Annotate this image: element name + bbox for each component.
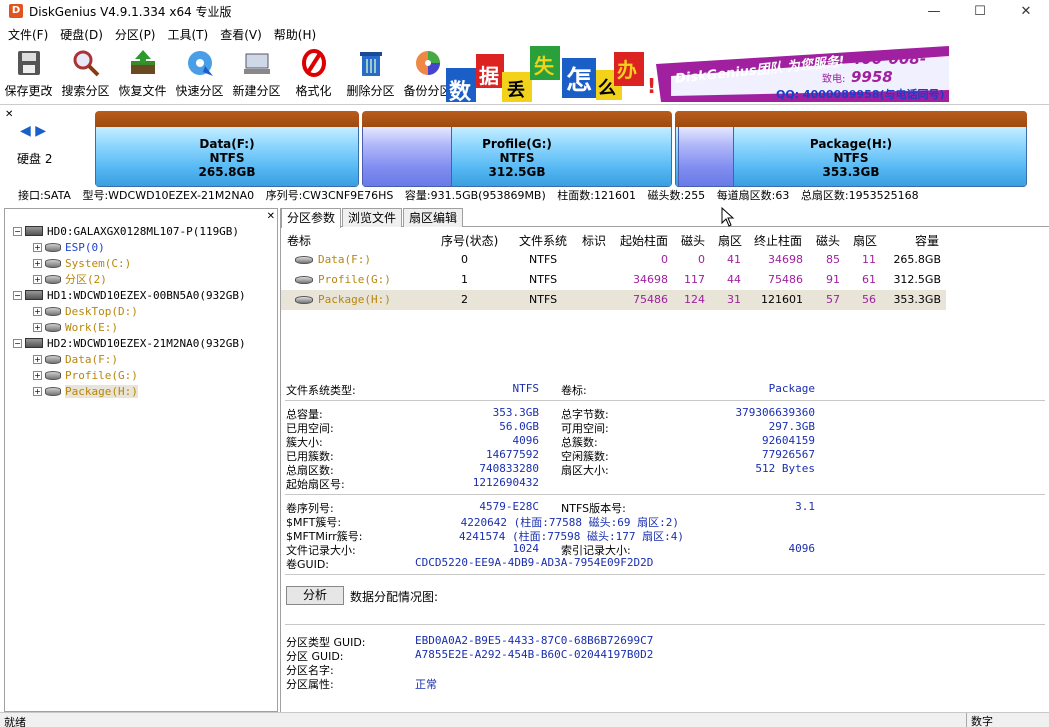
disk-tree: ✕ − HD0:GALAXGX0128ML107-P(119GB) + ESP(0)… (4, 208, 278, 712)
partition-icon (295, 296, 313, 304)
numlock-indicator: 数字 (966, 713, 1006, 727)
minimize-button[interactable]: — (911, 0, 957, 22)
disk-icon (25, 290, 43, 300)
disk-info-line: 接口:SATA 型号:WDCWD10EZEX-21M2NA0 序列号:CW3CN… (18, 189, 919, 202)
menu-file[interactable]: 文件(F) (4, 26, 56, 43)
menu-help[interactable]: 帮助(H) (270, 26, 324, 43)
partition-icon (295, 256, 313, 264)
partition-block-profile[interactable]: Profile(G:) NTFS 312.5GB (362, 111, 672, 187)
banner-phone-label: 致电: (822, 74, 846, 85)
table-row[interactable]: Profile(G:) 1 NTFS 34698 117 44 75486 91… (281, 270, 946, 290)
disk-label: 硬盘 2 (17, 152, 53, 166)
tree-disk-hd0[interactable]: − HD0:GALAXGX0128ML107-P(119GB) (13, 223, 239, 239)
close-panel-icon[interactable]: ✕ (5, 109, 13, 120)
menu-partition[interactable]: 分区(P) (111, 26, 164, 43)
app-icon: D (9, 4, 23, 18)
table-row-selected[interactable]: Package(H:) 2 NTFS 75486 124 31 121601 5… (281, 290, 946, 310)
tree-part-2[interactable]: + 分区(2) (33, 271, 107, 287)
tab-bar: 分区参数 浏览文件 扇区编辑 (281, 208, 1049, 228)
disk-icon (25, 338, 43, 348)
menu-tools[interactable]: 工具(T) (164, 26, 217, 43)
banner-char-6: 么 (598, 78, 616, 99)
backup-icon (412, 47, 444, 79)
partition-icon (295, 276, 313, 284)
banner-char-2: 据 (479, 64, 499, 88)
new-partition-button[interactable]: 新建分区 (228, 46, 285, 102)
close-button[interactable]: ✕ (1003, 0, 1049, 22)
tree-part-system[interactable]: + System(C:) (33, 255, 131, 271)
prev-disk-icon[interactable]: ◀ (20, 123, 31, 139)
banner-char-4: 失 (534, 54, 554, 78)
tab-partition-params[interactable]: 分区参数 (281, 208, 342, 228)
format-button[interactable]: 格式化 (285, 46, 342, 102)
banner-phone: 400-008-9958 (851, 50, 927, 86)
partition-icon (45, 354, 61, 364)
mouse-cursor-icon (721, 207, 735, 227)
tree-part-work[interactable]: + Work(E:) (33, 319, 118, 335)
partition-icon (45, 242, 61, 252)
new-partition-icon (241, 47, 273, 79)
window-title: DiskGenius V4.9.1.334 x64 专业版 (29, 4, 232, 19)
tab-sector-edit[interactable]: 扇区编辑 (403, 208, 464, 227)
quick-partition-button[interactable]: 快速分区 (171, 46, 228, 102)
analyze-button[interactable]: 分析 (286, 586, 344, 605)
tab-browse-files[interactable]: 浏览文件 (342, 208, 403, 227)
next-disk-icon[interactable]: ▶ (35, 123, 46, 139)
partition-icon (45, 274, 61, 284)
banner-char-7: 办 (617, 58, 637, 82)
partition-icon (45, 258, 61, 268)
save-changes-button[interactable]: 保存更改 (0, 46, 57, 102)
status-text: 就绪 (4, 716, 26, 727)
disk-map-panel: ✕ ◀ ▶ 硬盘 2 Data(F:) NTFS 265.8GB Profile(G… (0, 104, 1049, 204)
table-row[interactable]: Data(F:) 0 NTFS 0 0 41 34698 85 11 265.8… (281, 250, 946, 270)
menu-view[interactable]: 查看(V) (216, 26, 270, 43)
search-partition-button[interactable]: 搜索分区 (57, 46, 114, 102)
partition-icon (45, 386, 61, 396)
partition-icon (45, 322, 61, 332)
banner-char-1: 数 (449, 80, 472, 102)
allocation-map-label: 数据分配情况图: (350, 590, 439, 604)
banner-char-3: 丢 (507, 80, 525, 101)
delete-icon (355, 47, 387, 79)
tree-part-package[interactable]: + Package(H:) (33, 383, 138, 399)
banner-char-5: 怎 (566, 66, 593, 96)
partition-detail-pane: 分区参数 浏览文件 扇区编辑 卷标 序号(状态) 文件系统 标识 起始柱面 磁头… (280, 208, 1049, 712)
partition-icon (45, 370, 61, 380)
disk-nav: ◀ ▶ (20, 123, 46, 139)
menu-disk[interactable]: 硬盘(D) (56, 26, 111, 43)
tree-part-data[interactable]: + Data(F:) (33, 351, 118, 367)
search-icon (70, 47, 102, 79)
title-bar: D DiskGenius V4.9.1.334 x64 专业版 — ☐ ✕ (0, 0, 1049, 22)
banner-qq: QQ: 4000089958(与电话同号) (776, 88, 945, 101)
format-icon (298, 47, 330, 79)
ad-banner[interactable]: 数 据 丢 失 怎 么 办 ! DiskGenius团队 为您服务! 致电: 4… (446, 46, 949, 102)
banner-char-8: ! (647, 74, 657, 98)
table-header: 卷标 序号(状态) 文件系统 标识 起始柱面 磁头 扇区 终止柱面 磁头 扇区 … (287, 234, 940, 248)
delete-partition-button[interactable]: 删除分区 (342, 46, 399, 102)
tree-part-profile[interactable]: + Profile(G:) (33, 367, 138, 383)
disk-icon (25, 226, 43, 236)
tree-disk-hd2[interactable]: − HD2:WDCWD10EZEX-21M2NA0(932GB) (13, 335, 246, 351)
close-tree-icon[interactable]: ✕ (267, 211, 275, 222)
tree-disk-hd1[interactable]: − HD1:WDCWD10EZEX-00BN5A0(932GB) (13, 287, 246, 303)
quick-partition-icon (184, 47, 216, 79)
partition-block-package[interactable]: Package(H:) NTFS 353.3GB (675, 111, 1027, 187)
save-icon (13, 47, 45, 79)
menu-bar: 文件(F) 硬盘(D) 分区(P) 工具(T) 查看(V) 帮助(H) (0, 24, 1049, 44)
partition-icon (45, 306, 61, 316)
partition-block-data[interactable]: Data(F:) NTFS 265.8GB (95, 111, 359, 187)
restore-icon (127, 47, 159, 79)
tree-part-desktop[interactable]: + DeskTop(D:) (33, 303, 138, 319)
status-bar: 就绪 数字 (0, 712, 1049, 727)
tree-part-esp[interactable]: + ESP(0) (33, 239, 105, 255)
restore-files-button[interactable]: 恢复文件 (114, 46, 171, 102)
maximize-button[interactable]: ☐ (957, 0, 1003, 22)
